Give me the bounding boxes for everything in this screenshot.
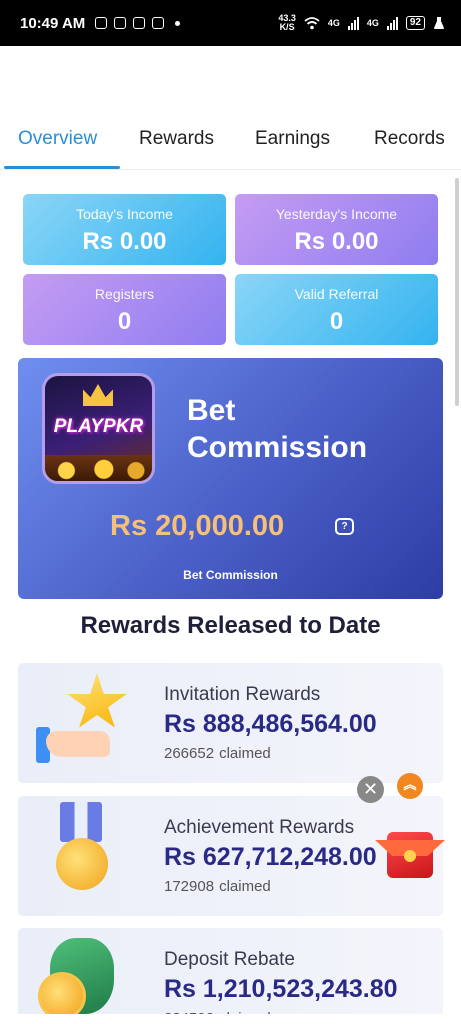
ribbon-icon <box>60 802 102 842</box>
bet-commission-card: PLAYPKR Bet Commission Rs 20,000.00 ? Be… <box>18 358 443 599</box>
app-logo: PLAYPKR <box>42 373 155 484</box>
reward-claimed: 172908 claimed <box>164 878 271 895</box>
whatsapp-icon <box>133 17 146 29</box>
bet-commission-amount: Rs 20,000.00 <box>110 510 285 542</box>
network-type-2: 4G <box>366 18 379 28</box>
tab-records[interactable]: Records <box>374 128 445 150</box>
reward-amount: Rs 1,210,523,243.80 <box>164 975 398 1003</box>
yesterday-income-value: Rs 0.00 <box>294 228 379 255</box>
today-income-card: Today's Income Rs 0.00 <box>23 194 226 265</box>
status-time: 10:49 AM <box>20 14 86 32</box>
crown-icon <box>83 384 113 406</box>
registers-value: 0 <box>117 308 132 335</box>
rewards-section-title: Rewards Released to Date <box>80 612 381 639</box>
close-icon[interactable]: ✕ <box>357 776 384 803</box>
reward-amount: Rs 888,486,564.00 <box>164 710 377 738</box>
linkedin-icon <box>152 17 165 29</box>
claimed-count: 266652 <box>164 745 215 762</box>
yesterday-income-label: Yesterday's Income <box>275 206 398 222</box>
tab-overview[interactable]: Overview <box>18 128 97 150</box>
claimed-count: 172908 <box>164 878 215 895</box>
valid-referral-card: Valid Referral 0 <box>235 274 438 345</box>
claimed-label: claimed <box>219 745 271 762</box>
flask-icon <box>434 17 444 29</box>
scrollbar[interactable] <box>455 178 459 406</box>
signal-icon <box>347 16 359 30</box>
reward-label: Deposit Rebate <box>164 949 295 970</box>
signal-icon <box>386 16 398 30</box>
bet-title-line1: Bet <box>187 394 236 427</box>
notification-icons <box>95 17 181 29</box>
net-speed: 43.3 K/S <box>278 14 296 32</box>
network-type-1: 4G <box>327 18 340 28</box>
red-packet-seal <box>404 850 416 862</box>
medal-icon <box>56 838 108 890</box>
claimed-label: claimed <box>219 878 271 895</box>
bottom-bar <box>0 1014 461 1024</box>
tab-rewards[interactable]: Rewards <box>139 128 214 150</box>
coins-icon <box>45 455 152 481</box>
valid-referral-value: 0 <box>329 308 344 335</box>
invitation-rewards-card: Invitation Rewards Rs 888,486,564.00 266… <box>18 663 443 783</box>
net-speed-unit: K/S <box>279 22 295 32</box>
tab-earnings[interactable]: Earnings <box>255 128 330 150</box>
wifi-icon <box>304 16 320 29</box>
status-bar: 10:49 AM 43.3 K/S 4G 4G 92 <box>0 0 461 46</box>
reward-claimed: 266652 claimed <box>164 745 271 762</box>
bet-title-line2: Commission <box>187 431 368 464</box>
reward-label: Invitation Rewards <box>164 684 321 705</box>
hand-icon <box>46 731 110 757</box>
help-icon[interactable]: ? <box>335 518 354 535</box>
scroll-top-icon[interactable]: ︽ <box>397 773 423 799</box>
today-income-label: Today's Income <box>76 206 173 222</box>
yesterday-income-card: Yesterday's Income Rs 0.00 <box>235 194 438 265</box>
star-icon <box>67 673 127 728</box>
registers-card: Registers 0 <box>23 274 226 345</box>
today-income-value: Rs 0.00 <box>82 228 167 255</box>
deposit-rebate-card: Deposit Rebate Rs 1,210,523,243.80 28459… <box>18 928 443 1024</box>
dot-icon <box>175 20 181 26</box>
snapchat-icon <box>114 17 127 29</box>
tabs-divider <box>0 169 461 170</box>
coin-icon <box>38 972 86 1020</box>
bet-commission-title: Bet Commission <box>187 392 367 466</box>
registers-label: Registers <box>94 286 155 302</box>
reward-label: Achievement Rewards <box>164 817 355 838</box>
instagram-icon <box>95 17 108 29</box>
status-right: 43.3 K/S 4G 4G 92 <box>278 14 445 32</box>
reward-amount: Rs 627,712,248.00 <box>164 843 377 871</box>
bet-commission-footer: Bet Commission <box>183 568 278 582</box>
red-packet-icon[interactable] <box>375 830 445 878</box>
battery-icon: 92 <box>405 16 425 30</box>
valid-referral-label: Valid Referral <box>294 286 379 302</box>
tab-bar: Overview Rewards Earnings Records <box>0 122 461 170</box>
app-logo-text: PLAYPKR <box>53 416 144 437</box>
